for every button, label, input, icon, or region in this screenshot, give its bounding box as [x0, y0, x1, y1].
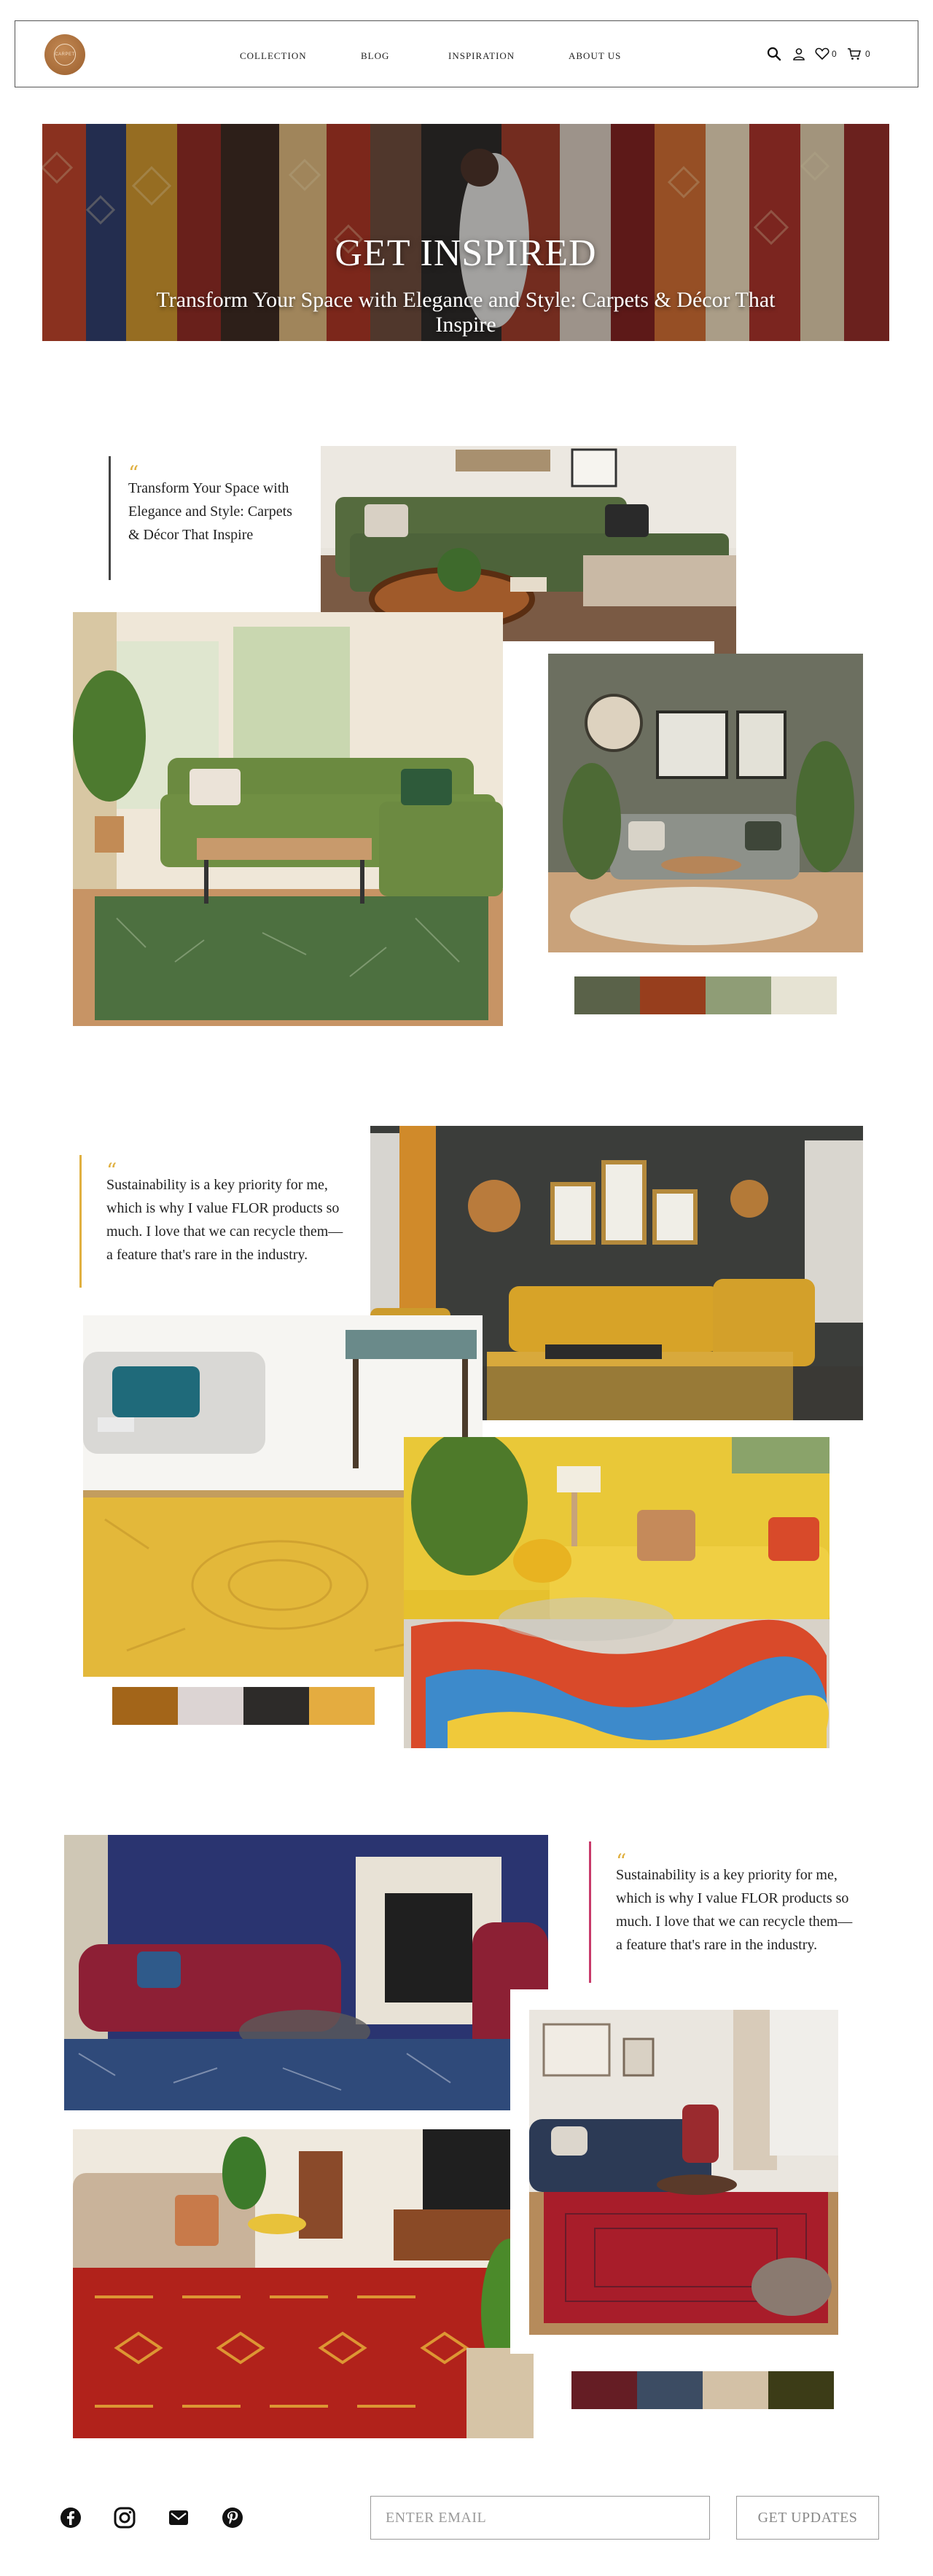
- palette-swatch: [771, 976, 837, 1014]
- color-palette: [112, 1687, 375, 1725]
- logo-text: CARPET: [55, 52, 75, 57]
- living-room-red-tufted-sofa-photo: [64, 1835, 548, 2110]
- hero-subtitle: Transform Your Space with Elegance and S…: [156, 288, 776, 337]
- search-icon[interactable]: [766, 46, 782, 62]
- get-updates-button[interactable]: GET UPDATES: [736, 2496, 879, 2540]
- nav-inspiration[interactable]: INSPIRATION: [448, 50, 515, 62]
- instagram-icon[interactable]: [112, 2505, 137, 2530]
- nav-blog[interactable]: BLOG: [361, 50, 389, 62]
- heart-icon[interactable]: [814, 46, 830, 62]
- cart-count: 0: [865, 49, 870, 59]
- living-room-sage-walls-photo: [548, 654, 863, 952]
- quote-accent-bar: [79, 1155, 82, 1288]
- palette-swatch: [309, 1687, 375, 1725]
- pinterest-icon[interactable]: [220, 2505, 245, 2530]
- living-room-navy-sofa-photo: [529, 2010, 838, 2335]
- hero-title: GET INSPIRED: [335, 232, 597, 274]
- section2-quote: Sustainability is a key priority for me,…: [106, 1177, 343, 1263]
- palette-swatch: [178, 1687, 243, 1725]
- palette-swatch: [574, 976, 640, 1014]
- quote-accent-bar: [109, 456, 111, 580]
- palette-swatch: [703, 2371, 768, 2409]
- hero-banner: GET INSPIRED Transform Your Space with E…: [42, 124, 889, 341]
- palette-swatch: [640, 976, 706, 1014]
- email-field[interactable]: [370, 2496, 710, 2540]
- nav-about-us[interactable]: ABOUT US: [569, 50, 621, 62]
- site-header: CARPET COLLECTION BLOG INSPIRATION ABOUT…: [15, 20, 918, 87]
- section3-quote: Sustainability is a key priority for me,…: [616, 1867, 853, 1953]
- wishlist-count: 0: [832, 49, 837, 59]
- section1-quote: Transform Your Space with Elegance and S…: [128, 480, 292, 543]
- living-room-red-persian-rug-photo: [73, 2129, 534, 2438]
- user-icon[interactable]: [791, 46, 807, 62]
- facebook-icon[interactable]: [58, 2505, 83, 2530]
- palette-swatch: [571, 2371, 637, 2409]
- palette-swatch: [112, 1687, 178, 1725]
- nav-collection[interactable]: COLLECTION: [240, 50, 307, 62]
- color-palette: [574, 976, 837, 1014]
- logo-mark: CARPET: [54, 44, 76, 66]
- palette-swatch: [706, 976, 771, 1014]
- color-palette: [571, 2371, 834, 2409]
- palette-swatch: [637, 2371, 703, 2409]
- brand-logo[interactable]: CARPET: [44, 34, 85, 75]
- palette-swatch: [768, 2371, 834, 2409]
- living-room-green-rug-photo: [73, 612, 503, 1026]
- living-room-colorful-rug-photo: [404, 1437, 829, 1748]
- mail-icon[interactable]: [166, 2505, 191, 2530]
- cart-icon[interactable]: [846, 46, 862, 62]
- quote-accent-bar: [589, 1841, 591, 1983]
- palette-swatch: [243, 1687, 309, 1725]
